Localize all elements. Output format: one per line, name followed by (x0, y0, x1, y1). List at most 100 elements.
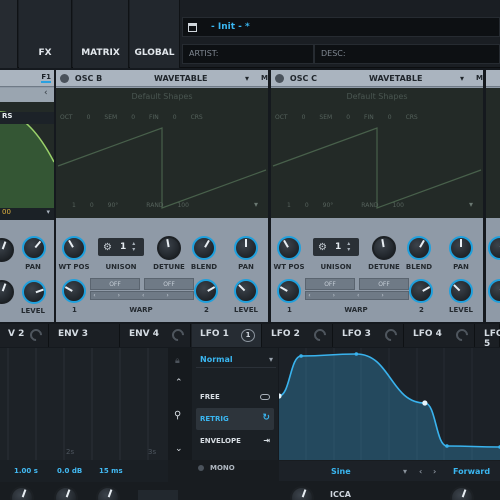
lfo-shape-value[interactable]: Sine (331, 467, 351, 476)
bottom-field[interactable] (138, 490, 178, 500)
power-toggle-icon[interactable] (60, 73, 69, 83)
osc-a-row[interactable]: RS (0, 112, 54, 124)
osc-c-phase-deg[interactable]: 90° (323, 202, 334, 209)
power-toggle-icon[interactable] (275, 73, 284, 83)
osc-b-rand-val[interactable]: 100 (177, 202, 188, 209)
env-value-time[interactable]: 1.00 s (14, 467, 38, 475)
lfo-curve-point[interactable] (354, 352, 359, 356)
desc-field[interactable]: DESC: (314, 44, 500, 64)
env-value-ms[interactable]: 15 ms (99, 467, 123, 475)
tab-lfo-2[interactable]: LFO 2 (263, 324, 333, 347)
chevron-down-icon[interactable]: ⌄ (175, 444, 183, 454)
chevron-down-icon[interactable]: ▾ (460, 74, 464, 83)
osc-a-knob-1[interactable] (0, 238, 14, 262)
osc-b-phase[interactable]: 0 (90, 202, 94, 209)
search-icon[interactable]: ⚲ (174, 410, 181, 421)
stepper-arrows-icon[interactable]: ▴ ▾ (132, 241, 135, 253)
detune-knob[interactable] (157, 236, 181, 260)
mod-source-icon[interactable] (382, 326, 400, 344)
tab-lfo-3[interactable]: LFO 3 (334, 324, 404, 347)
warp-knob-2[interactable] (409, 279, 433, 303)
gear-icon[interactable]: ⚙ (103, 242, 112, 253)
warp-nav[interactable]: ‹›‹› (305, 291, 409, 300)
osc-a-pan-knob[interactable] (22, 236, 46, 260)
warp-slot-2[interactable]: OFF (359, 278, 409, 290)
osc-a-value[interactable]: 00 ▾ (0, 208, 54, 220)
lfo-option-envelope[interactable]: ENVELOPE ⇥ (200, 436, 272, 445)
mono-toggle[interactable]: MONO (198, 464, 235, 472)
osc-d-level-knob[interactable] (488, 279, 500, 303)
osc-c-type[interactable]: WAVETABLE (331, 74, 460, 83)
tab-lfo-4[interactable]: LFO 4 (405, 324, 475, 347)
lfo-curve-point[interactable] (422, 400, 428, 406)
checkbox-icon[interactable] (198, 465, 204, 471)
blend-knob[interactable] (192, 236, 216, 260)
lfo-curve-point[interactable] (299, 354, 303, 358)
osc-c-rand[interactable]: RAND (361, 202, 378, 209)
tab-lfo-5[interactable]: LFO 5 (476, 324, 500, 349)
chevron-down-icon[interactable]: ▾ (403, 467, 407, 476)
chevron-down-icon[interactable]: ▾ (254, 200, 258, 209)
chevron-down-icon[interactable]: ▾ (469, 200, 473, 209)
osc-b-param-a[interactable]: 1 (72, 202, 76, 209)
lfo-graph[interactable] (276, 348, 500, 460)
osc-c-phase[interactable]: 0 (305, 202, 309, 209)
pan-knob[interactable] (234, 236, 258, 260)
mod-source-icon[interactable] (311, 326, 329, 344)
artist-field[interactable]: ARTIST: (182, 44, 314, 64)
warp-slot-1[interactable]: OFF (305, 278, 355, 290)
lock-icon[interactable]: 🔒︎ (175, 356, 180, 366)
osc-c-param-a[interactable]: 1 (287, 202, 291, 209)
osc-b-rand[interactable]: RAND (146, 202, 163, 209)
preset-bar[interactable]: - Init - * (182, 17, 500, 37)
warp-knob-1[interactable] (277, 279, 301, 303)
tab-fx[interactable]: FX (19, 0, 72, 68)
tab-env-3[interactable]: ENV 3 (50, 324, 120, 347)
osc-c-rand-val[interactable]: 100 (392, 202, 403, 209)
mod-source-icon[interactable] (27, 326, 45, 344)
envelope-graph[interactable]: 2s 3s (0, 348, 168, 460)
detune-knob[interactable] (372, 236, 396, 260)
mod-source-icon[interactable] (169, 326, 187, 344)
pan-knob[interactable] (449, 236, 473, 260)
osc-b-menu-tag[interactable]: M (261, 74, 268, 82)
wt-pos-knob[interactable] (277, 236, 301, 260)
unison-stepper[interactable]: ⚙ 1 ▴ ▾ (98, 238, 144, 256)
osc-a-level-knob[interactable] (22, 280, 46, 304)
osc-a-nav[interactable]: ‹ (0, 88, 54, 102)
prev-shape-icon[interactable]: ‹ (419, 467, 422, 476)
tab-lfo-1[interactable]: LFO 1 1 (192, 324, 262, 347)
lfo-curve-point[interactable] (445, 444, 449, 448)
tab-osc-partial[interactable] (0, 0, 18, 68)
save-icon[interactable] (188, 22, 197, 32)
unison-stepper[interactable]: ⚙ 1 ▴ ▾ (313, 238, 359, 256)
chevron-down-icon[interactable]: ▾ (46, 208, 50, 216)
osc-a-knob-2[interactable] (0, 280, 14, 304)
warp-slot-2[interactable]: OFF (144, 278, 194, 290)
warp-slot-1[interactable]: OFF (90, 278, 140, 290)
osc-d-pan-knob[interactable] (488, 236, 500, 260)
warp-nav[interactable]: ‹›‹› (90, 291, 194, 300)
lfo-option-free[interactable]: FREE (200, 393, 272, 401)
stepper-arrows-icon[interactable]: ▴ ▾ (347, 241, 350, 253)
tab-matrix[interactable]: MATRIX (73, 0, 129, 68)
wt-pos-knob[interactable] (62, 236, 86, 260)
next-shape-icon[interactable]: › (433, 467, 436, 476)
gear-icon[interactable]: ⚙ (318, 242, 327, 253)
env-value-gain[interactable]: 0.0 dB (57, 467, 82, 475)
lfo-option-retrig[interactable]: RETRIG ↻ (200, 413, 272, 423)
warp-knob-1[interactable] (62, 279, 86, 303)
osc-a-tag[interactable]: F1 (41, 73, 51, 83)
tab-global[interactable]: GLOBAL (130, 0, 180, 68)
level-knob[interactable] (449, 279, 473, 303)
blend-knob[interactable] (407, 236, 431, 260)
lfo-mode-select[interactable]: Normal ▾ (196, 352, 276, 368)
level-knob[interactable] (234, 279, 258, 303)
chevron-up-icon[interactable]: ⌃ (175, 378, 183, 388)
osc-b-type[interactable]: WAVETABLE (116, 74, 245, 83)
chevron-down-icon[interactable]: ▾ (245, 74, 249, 83)
chevron-down-icon[interactable]: ▾ (269, 355, 273, 364)
mod-source-icon[interactable] (453, 326, 471, 344)
tab-env-4[interactable]: ENV 4 (121, 324, 191, 347)
tab-env-2[interactable]: V 2 (0, 324, 49, 347)
